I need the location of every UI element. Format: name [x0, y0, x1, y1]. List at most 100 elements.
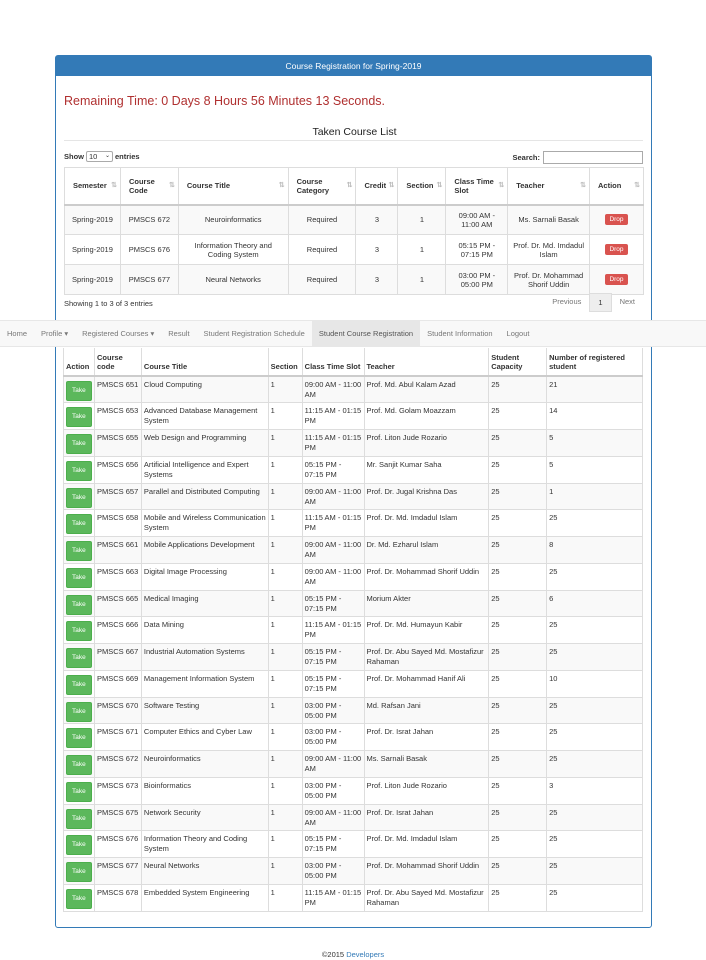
column-header: Action: [63, 348, 95, 377]
nav-item[interactable]: Result: [161, 320, 196, 347]
column-header[interactable]: Course Title: [177, 167, 289, 206]
column-header[interactable]: Section: [397, 167, 447, 206]
table-cell: 10: [546, 669, 643, 698]
take-button[interactable]: Take: [66, 487, 92, 508]
column-header[interactable]: Course Category: [287, 167, 357, 206]
take-button[interactable]: Take: [66, 381, 92, 401]
column-header[interactable]: Teacher: [507, 167, 591, 206]
take-button[interactable]: Take: [66, 835, 92, 856]
next-button[interactable]: Next: [612, 293, 643, 312]
table-cell: Prof. Dr. Israt Jahan: [363, 803, 490, 832]
entries-length-control: Show 10 ⌄ entries: [64, 151, 140, 162]
table-cell: 1: [267, 455, 303, 484]
column-header[interactable]: Credit: [355, 167, 399, 206]
table-cell: Ms. Sarnali Basak: [507, 204, 591, 235]
take-button[interactable]: Take: [66, 541, 92, 561]
table-cell: 1: [267, 776, 303, 805]
table-cell: 05:15 PM - 07:15 PM: [301, 643, 365, 671]
take-button[interactable]: Take: [66, 434, 92, 454]
table-cell: Prof. Dr. Abu Sayed Md. Mostafizur Raham…: [363, 643, 490, 671]
drop-button[interactable]: Drop: [605, 214, 628, 226]
table-cell: Prof. Dr. Md. Humayun Kabir: [363, 616, 490, 644]
nav-item[interactable]: Home: [0, 320, 34, 347]
nav-item[interactable]: Student Course Registration: [311, 320, 421, 347]
table-cell: Mobile and Wireless Communication System: [140, 509, 269, 537]
table-row: Take PMSCS 653 Advanced Database Managemen…: [63, 402, 643, 430]
take-button[interactable]: Take: [66, 460, 92, 481]
table-cell: 21: [546, 375, 643, 404]
nav-item[interactable]: Logout: [500, 320, 537, 347]
table-cell: 05:15 PM - 07:15 PM: [301, 669, 365, 698]
table-row: Take PMSCS 663 Digital Image Processing 1 09…: [63, 562, 643, 591]
nav-item[interactable]: Student Information: [420, 320, 499, 347]
take-button[interactable]: Take: [66, 888, 92, 909]
table-cell: Prof. Liton Jude Rozario: [363, 776, 490, 805]
search-label: Search:: [512, 153, 540, 162]
table-cell: 25: [488, 482, 548, 511]
table-cell: 1: [267, 750, 303, 778]
taken-course-table: SemesterCourse CodeCourse TitleCourse Ca…: [64, 167, 644, 295]
table-cell: 14: [546, 402, 643, 430]
nav-item[interactable]: Profile ▾: [34, 320, 75, 347]
column-header[interactable]: Semester: [64, 167, 121, 206]
table-cell: 1: [267, 883, 303, 912]
take-button[interactable]: Take: [66, 674, 92, 695]
taken-course-title: Taken Course List: [312, 126, 397, 138]
page-1-button[interactable]: 1: [589, 293, 612, 312]
table-cell: Management Information System: [140, 669, 269, 698]
table-cell: 09:00 AM - 11:00 AM: [301, 750, 365, 778]
column-header: Course code: [93, 348, 142, 377]
drop-button[interactable]: Drop: [605, 274, 628, 285]
drop-button[interactable]: Drop: [605, 244, 628, 255]
take-button[interactable]: Take: [66, 755, 92, 775]
table-cell: Dr. Md. Ezharul Islam: [363, 536, 490, 564]
table-cell: Mr. Sanjit Kumar Saha: [363, 455, 490, 484]
table-cell: PMSCS 665: [93, 589, 142, 618]
take-button[interactable]: Take: [66, 701, 92, 722]
table-cell: Required: [287, 234, 357, 265]
table-cell: 1: [267, 643, 303, 671]
table-row: Take PMSCS 670 Software Testing 1 03:00 PM -…: [63, 696, 643, 725]
take-button[interactable]: Take: [66, 567, 92, 588]
table-cell: PMSCS 655: [93, 429, 142, 457]
take-button[interactable]: Take: [66, 514, 92, 535]
table-cell: 25: [488, 562, 548, 591]
table-cell: 25: [488, 375, 548, 404]
take-button[interactable]: Take: [66, 728, 92, 749]
table-cell: 1: [267, 536, 303, 564]
search-input[interactable]: [543, 151, 643, 164]
table-cell: 8: [546, 536, 643, 564]
take-button[interactable]: Take: [66, 621, 92, 642]
table-cell: 1: [267, 375, 303, 404]
previous-button[interactable]: Previous: [544, 293, 589, 312]
table-cell: 6: [546, 589, 643, 618]
table-cell: 3: [355, 264, 399, 295]
nav-item[interactable]: Registered Courses ▾: [75, 320, 161, 347]
table-cell: 25: [546, 643, 643, 671]
table-row: Take PMSCS 675 Network Security 1 09:00 AM -…: [63, 803, 643, 832]
take-button[interactable]: Take: [66, 648, 92, 668]
table-cell: PMSCS 658: [93, 509, 142, 537]
entries-value: 10: [89, 152, 98, 161]
take-button[interactable]: Take: [66, 407, 92, 428]
entries-label: entries: [115, 152, 140, 161]
show-label: Show: [64, 152, 84, 161]
column-header: Student Capacity: [488, 348, 548, 377]
entries-select[interactable]: 10 ⌄: [86, 151, 113, 162]
developers-link[interactable]: Developers: [346, 950, 384, 959]
column-header[interactable]: Action: [589, 167, 644, 206]
column-header[interactable]: Course Code: [119, 167, 179, 206]
table-cell: Software Testing: [140, 696, 269, 725]
table-row: Take PMSCS 667 Industrial Automation Syste…: [63, 643, 643, 671]
take-button[interactable]: Take: [66, 808, 92, 829]
take-button[interactable]: Take: [66, 781, 92, 802]
take-button[interactable]: Take: [66, 594, 92, 615]
divider: [64, 140, 643, 141]
table-cell: 25: [488, 803, 548, 832]
table-cell: 1: [267, 482, 303, 511]
nav-item[interactable]: Student Registration Schedule: [197, 320, 312, 347]
panel-title: Course Registration for Spring-2019: [56, 56, 651, 76]
table-cell: 03:00 PM - 05:00 PM: [301, 857, 365, 885]
column-header[interactable]: Class Time Slot: [445, 167, 509, 206]
take-button[interactable]: Take: [66, 862, 92, 882]
